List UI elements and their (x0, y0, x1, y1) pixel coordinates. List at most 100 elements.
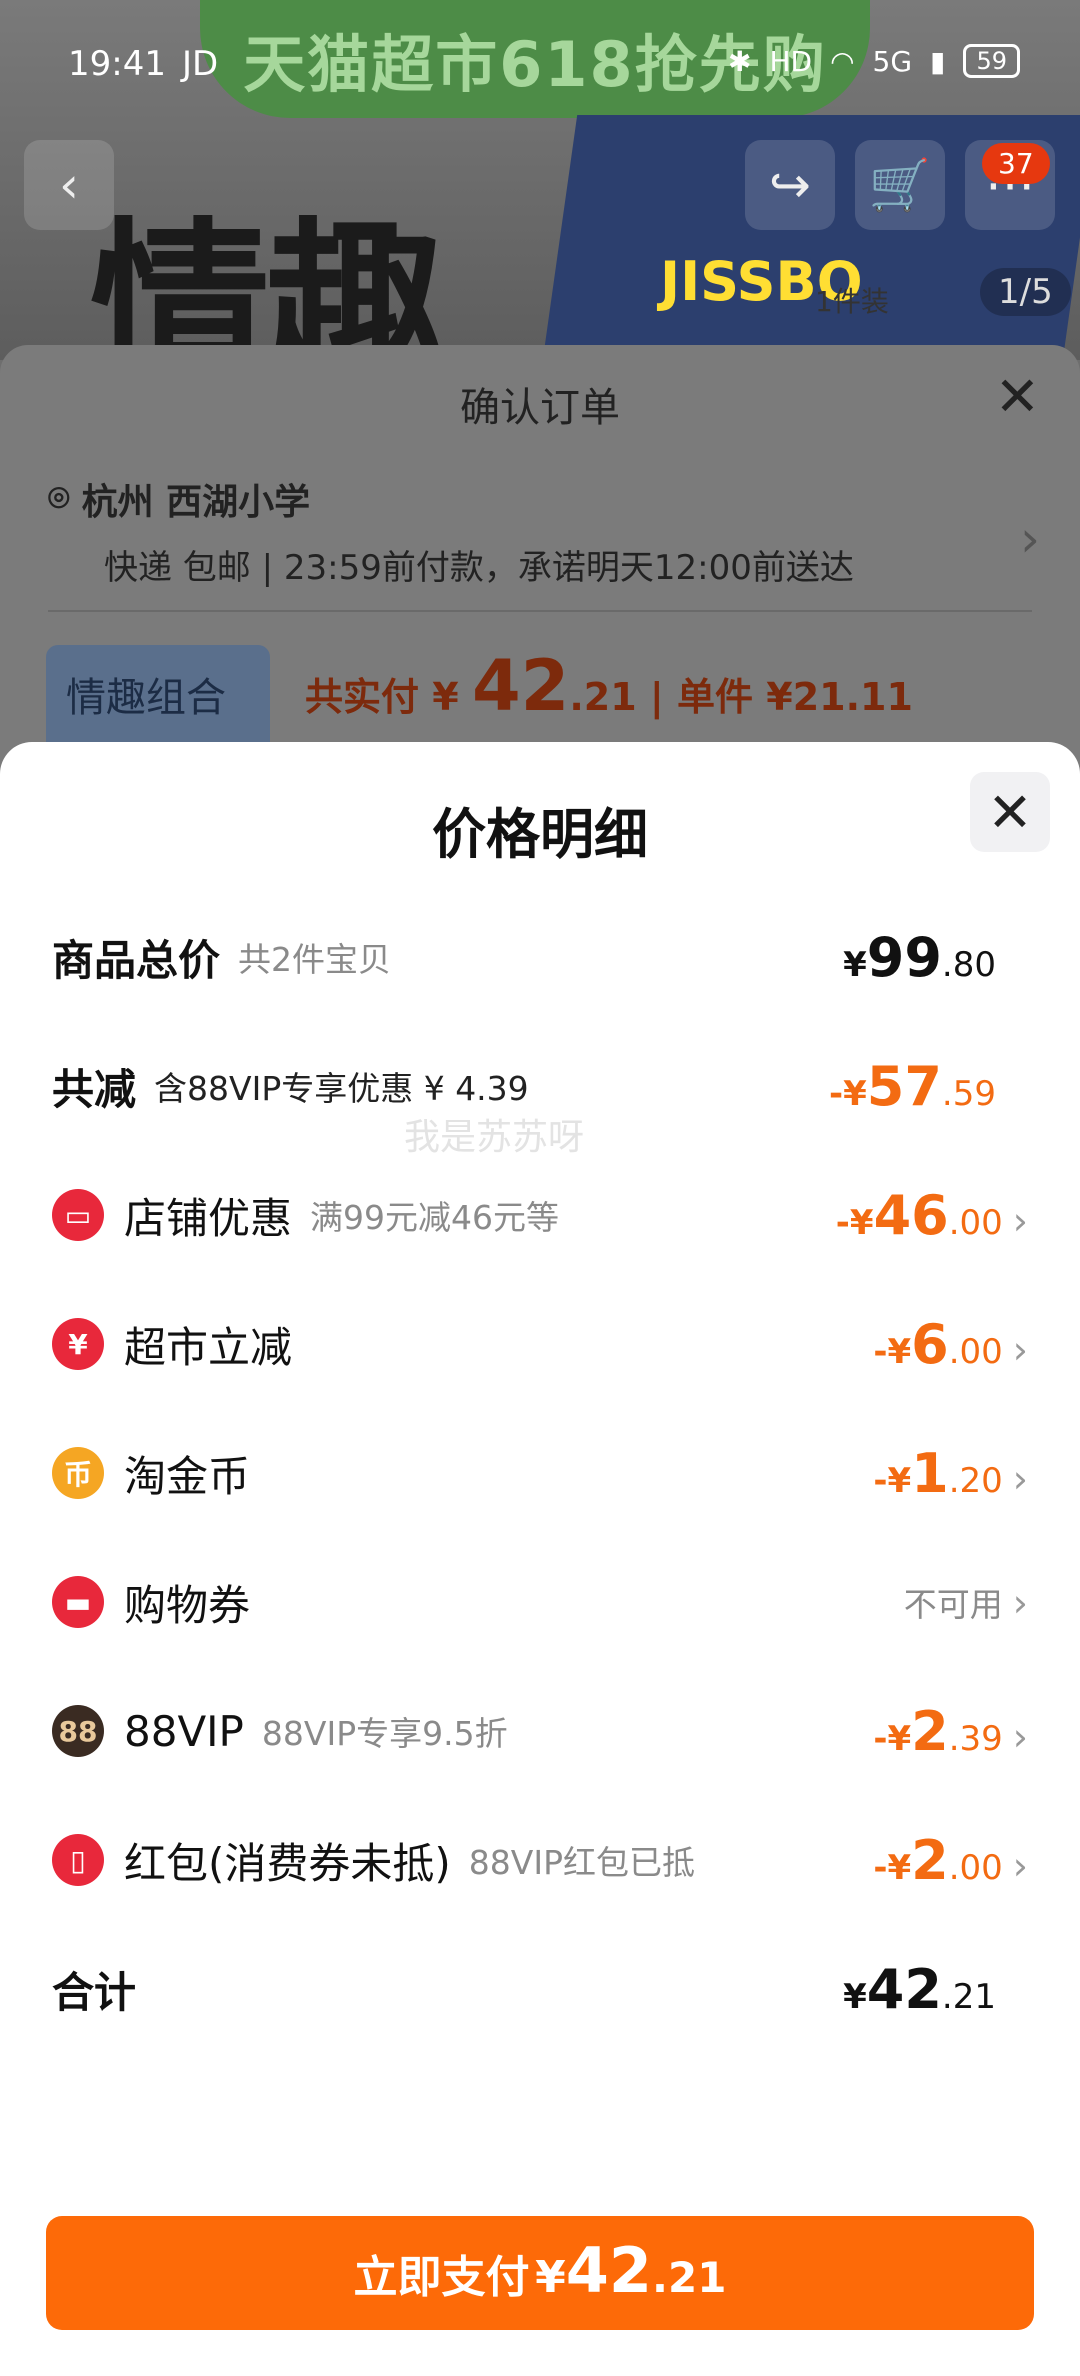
value-int: 99 (866, 925, 942, 989)
value-dec: .00 (948, 1202, 1003, 1243)
row-label: 合计 (52, 1967, 137, 2017)
currency: -¥ (873, 1847, 912, 1888)
paid-summary: 共实付 ¥ 42.21 | 单件 ¥21.11 (305, 645, 913, 727)
battery-icon: 59 (963, 44, 1020, 78)
hd-icon: HD (769, 44, 813, 78)
confirm-title: 确认订单 (460, 385, 620, 431)
share-icon: ↪ (769, 156, 811, 214)
coin-icon: 币 (52, 1447, 104, 1499)
paid-label: 共实付 (305, 675, 420, 719)
row-label: 购物券 (124, 1580, 251, 1630)
row-store-discount[interactable]: ▭ 店铺优惠 满99元减46元等 -¥ 46.00 › (52, 1175, 1028, 1255)
red-envelope-icon: ▯ (52, 1834, 104, 1886)
value-int: 42 (866, 1957, 942, 2021)
row-sub: 88VIP红包已抵 (468, 1843, 695, 1882)
currency: -¥ (873, 1460, 912, 1501)
wifi-icon: ◠ (830, 44, 855, 78)
row-shopping-coupon[interactable]: ▬ 购物券 不可用 › (52, 1562, 1028, 1642)
row-value: ¥42.21 (843, 1958, 996, 2021)
location-pin-icon: ⌾ (48, 478, 70, 519)
status-carrier: JD (182, 44, 219, 84)
row-sub: 含88VIP专享优惠 ¥ 4.39 (154, 1069, 529, 1108)
row-red-envelope[interactable]: ▯ 红包(消费券未抵) 88VIP红包已抵 -¥ 2.00 › (52, 1820, 1028, 1900)
value-dec: .20 (948, 1460, 1003, 1501)
row-sub: 共2件宝贝 (238, 940, 392, 979)
row-supermarket-discount[interactable]: ¥ 超市立减 -¥ 6.00 › (52, 1304, 1028, 1384)
chevron-right-icon: › (1012, 1456, 1028, 1501)
row-label: 淘金币 (124, 1451, 251, 1501)
row-label: 红包(消费券未抵) (124, 1838, 451, 1888)
chevron-right-icon: › (1012, 1714, 1028, 1759)
currency: -¥ (828, 1073, 867, 1114)
currency: -¥ (873, 1331, 912, 1372)
coupon-icon: ▬ (52, 1576, 104, 1628)
share-button[interactable]: ↪ (745, 140, 835, 230)
value-dec: .00 (948, 1331, 1003, 1372)
row-label: 超市立减 (124, 1322, 293, 1372)
value-int: 2 (911, 1828, 949, 1892)
status-icons: ✱ HD ◠ 5G ▮ 59 (728, 44, 1020, 78)
confirm-order-panel: 确认订单 ✕ ⌾ 杭州 西湖小学 快递 包邮 | 23:59前付款，承诺明天12… (0, 345, 1080, 805)
status-time: 19:41 (68, 44, 166, 84)
unit-price: | 单件 ¥21.11 (649, 675, 913, 719)
row-label: 店铺优惠 (124, 1193, 293, 1243)
row-sub: 88VIP专享9.5折 (261, 1714, 508, 1753)
chevron-right-icon: › (1012, 1198, 1028, 1243)
value-int: 6 (911, 1312, 949, 1376)
address-text: 杭州 西湖小学 (81, 482, 311, 523)
signal-label: 5G (872, 44, 913, 78)
address-row[interactable]: ⌾ 杭州 西湖小学 (48, 473, 310, 525)
signal-icon: ▮ (930, 44, 946, 78)
divider (48, 610, 1032, 612)
pay-int: 42 (565, 2234, 653, 2307)
value-dec: .80 (941, 944, 996, 985)
row-value: -¥ 2.39 › (873, 1700, 1028, 1763)
value-int: 46 (873, 1183, 949, 1247)
cart-icon: 🛒 (868, 155, 932, 214)
cart-button[interactable]: 🛒 (855, 140, 945, 230)
row-value: ¥99.80 (843, 926, 996, 989)
pack-label: 1件装 (815, 285, 889, 318)
currency: ¥ (843, 944, 867, 985)
chevron-right-icon: › (1012, 1581, 1028, 1625)
close-button[interactable]: ✕ (970, 772, 1050, 852)
currency: ¥ (843, 1976, 867, 2017)
back-button[interactable]: ‹ (24, 140, 114, 230)
value-int: 2 (911, 1699, 949, 1763)
row-grand-total: 合计 ¥42.21 (52, 1949, 1028, 2029)
row-taojin-coins[interactable]: 币 淘金币 -¥ 1.20 › (52, 1433, 1028, 1513)
pay-currency: ¥ (535, 2252, 566, 2303)
pay-now-button[interactable]: 立即支付 ¥42.21 (46, 2216, 1034, 2330)
discount-icon: ¥ (52, 1318, 104, 1370)
row-label: 商品总价 (52, 935, 221, 985)
row-value: 不可用 › (904, 1578, 1028, 1626)
confirm-close-button[interactable]: ✕ (995, 365, 1040, 428)
chevron-right-icon: › (1012, 1843, 1028, 1888)
price-detail-sheet: 价格明细 ✕ 商品总价 共2件宝贝 ¥99.80 共减 含88VIP专享优惠 ¥… (0, 742, 1080, 2376)
product-thumbnail: 情趣组合 (46, 645, 270, 755)
currency: -¥ (873, 1718, 912, 1759)
unavailable-text: 不可用 (903, 1585, 1003, 1624)
chevron-right-icon: › (1012, 1327, 1028, 1372)
row-goods-total: 商品总价 共2件宝贝 ¥99.80 (52, 917, 1028, 997)
paid-dec: .21 (569, 675, 637, 719)
vip88-icon: 88 (52, 1705, 104, 1757)
store-icon: ▭ (52, 1189, 104, 1241)
value-dec: .59 (941, 1073, 996, 1114)
value-int: 57 (866, 1054, 942, 1118)
row-value: -¥ 2.00 › (873, 1829, 1028, 1892)
watermark: 我是苏苏呀 (404, 1117, 585, 1158)
back-icon: ‹ (59, 156, 79, 214)
delivery-info: 快递 包邮 | 23:59前付款，承诺明天12:00前送达 (104, 548, 854, 588)
currency: -¥ (835, 1202, 874, 1243)
bluetooth-icon: ✱ (727, 44, 752, 78)
row-label: 共减 (52, 1064, 137, 1114)
close-icon: ✕ (987, 780, 1033, 844)
row-value: -¥ 57.59 (829, 1055, 996, 1118)
sheet-title: 价格明细 (432, 803, 648, 866)
row-88vip[interactable]: 88 88VIP 88VIP专享9.5折 -¥ 2.39 › (52, 1691, 1028, 1771)
cart-badge: 37 (982, 143, 1050, 184)
status-bar: 19:41 JD ✱ HD ◠ 5G ▮ 59 (0, 0, 1080, 118)
value-dec: .21 (941, 1976, 996, 2017)
value-int: 1 (911, 1441, 949, 1505)
